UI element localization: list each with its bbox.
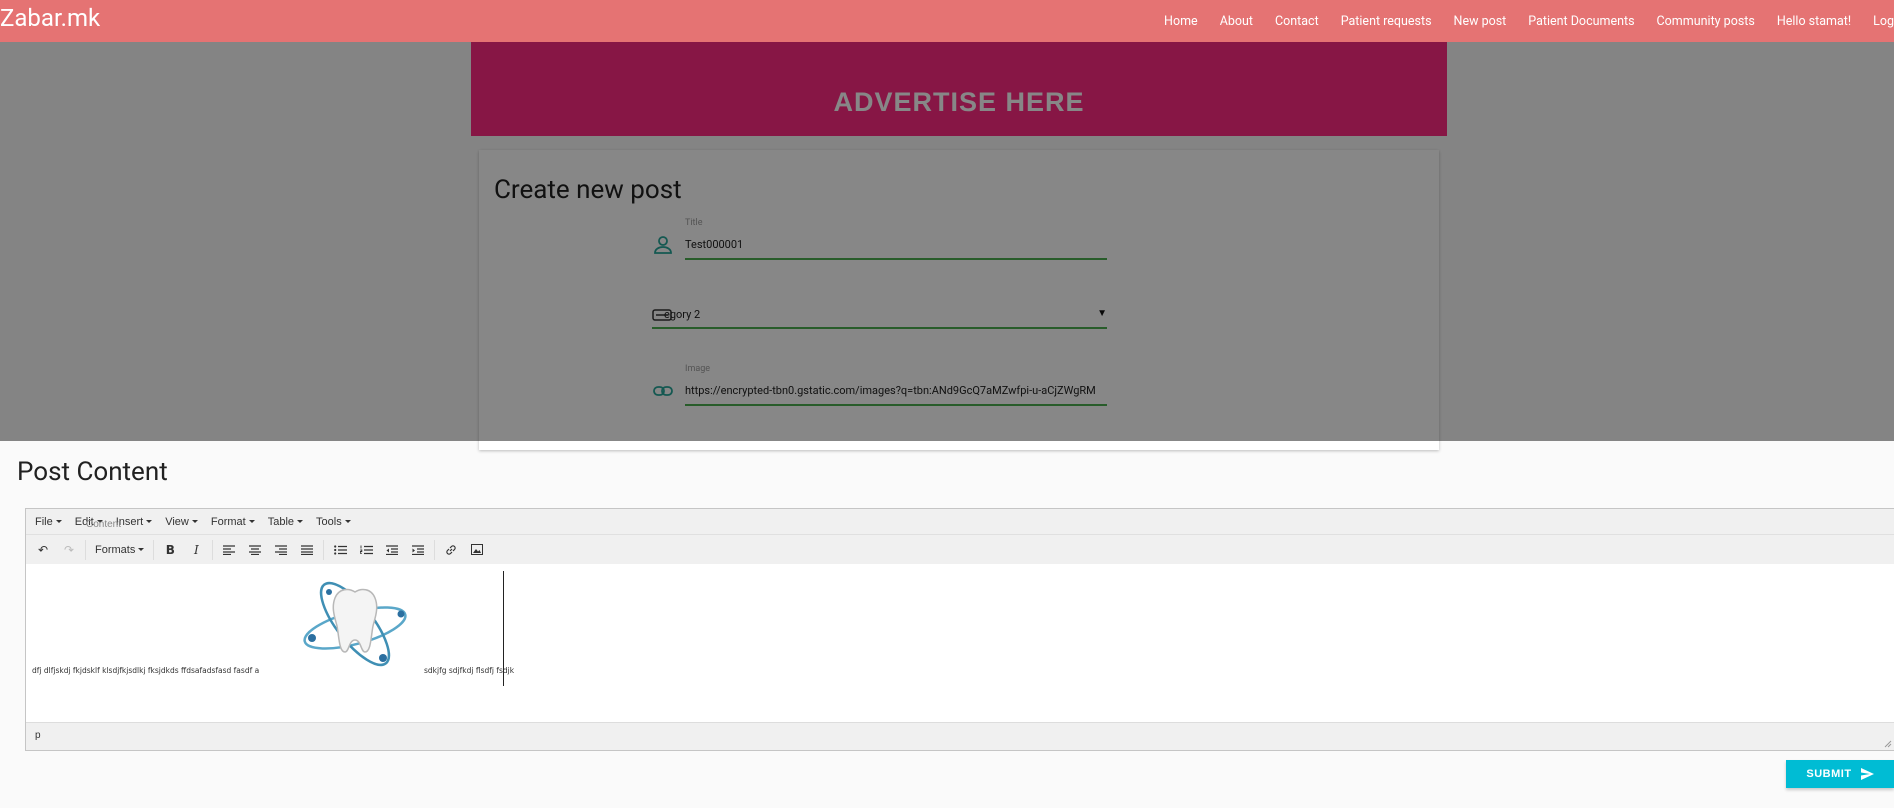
rich-text-editor[interactable]: File Edit Insert View Format Table Tools… bbox=[25, 508, 1894, 751]
toolbar-divider bbox=[85, 539, 86, 560]
content-floating-label: Content bbox=[86, 519, 122, 530]
menu-view[interactable]: View bbox=[165, 516, 198, 528]
nav-new-post[interactable]: New post bbox=[1454, 14, 1507, 29]
toolbar-divider bbox=[212, 539, 214, 560]
brand-logo[interactable]: Zabar.mk bbox=[0, 4, 100, 32]
align-right-icon[interactable] bbox=[270, 539, 292, 561]
menu-file[interactable]: File bbox=[35, 516, 62, 528]
tooth-image[interactable] bbox=[289, 574, 421, 674]
numbered-list-icon[interactable] bbox=[355, 539, 377, 561]
indent-icon[interactable] bbox=[407, 539, 429, 561]
align-center-icon[interactable] bbox=[244, 539, 266, 561]
resize-handle-icon[interactable] bbox=[1884, 740, 1892, 748]
nav-logout[interactable]: Log bbox=[1873, 14, 1894, 29]
editor-toolbar: ↶ ↷ Formats B I bbox=[26, 534, 1894, 564]
toolbar-divider bbox=[434, 539, 436, 560]
navbar: Zabar.mk Home About Contact Patient requ… bbox=[0, 0, 1894, 42]
nav-about[interactable]: About bbox=[1220, 14, 1253, 29]
content-text-before-image: dfj dlfjskdj fkjdsklf klsdjfkjsdlkj fksj… bbox=[32, 666, 260, 675]
outdent-icon[interactable] bbox=[381, 539, 403, 561]
submit-button-label: SUBMIT bbox=[1806, 768, 1852, 780]
menu-format[interactable]: Format bbox=[211, 516, 255, 528]
toolbar-divider bbox=[323, 539, 325, 560]
italic-icon[interactable]: I bbox=[185, 539, 207, 561]
bullet-list-icon[interactable] bbox=[329, 539, 351, 561]
menu-tools[interactable]: Tools bbox=[316, 516, 351, 528]
menu-table[interactable]: Table bbox=[268, 516, 304, 528]
send-icon bbox=[1860, 768, 1874, 780]
modal-overlay[interactable] bbox=[0, 42, 1894, 441]
link-icon[interactable] bbox=[440, 539, 462, 561]
menu-insert[interactable]: Insert bbox=[116, 516, 153, 528]
align-left-icon[interactable] bbox=[218, 539, 240, 561]
align-justify-icon[interactable] bbox=[296, 539, 318, 561]
submit-button[interactable]: SUBMIT bbox=[1786, 760, 1894, 788]
nav-patient-requests[interactable]: Patient requests bbox=[1341, 14, 1432, 29]
image-icon[interactable] bbox=[466, 539, 488, 561]
editor-statusbar: p bbox=[26, 722, 1894, 750]
nav-home[interactable]: Home bbox=[1164, 14, 1198, 29]
nav-community-posts[interactable]: Community posts bbox=[1657, 14, 1755, 29]
redo-icon[interactable]: ↷ bbox=[58, 539, 80, 561]
formats-dropdown[interactable]: Formats bbox=[89, 544, 150, 556]
nav-patient-documents[interactable]: Patient Documents bbox=[1528, 14, 1634, 29]
editor-content-area[interactable]: dfj dlfjskdj fkjdsklf klsdjfkjsdlkj fksj… bbox=[26, 564, 1894, 720]
undo-icon[interactable]: ↶ bbox=[32, 539, 54, 561]
bold-icon[interactable]: B bbox=[159, 539, 181, 561]
post-content-title: Post Content bbox=[17, 457, 168, 487]
nav-links: Home About Contact Patient requests New … bbox=[1164, 0, 1894, 42]
nav-contact[interactable]: Contact bbox=[1275, 14, 1319, 29]
element-path[interactable]: p bbox=[35, 730, 41, 741]
text-cursor bbox=[503, 571, 504, 686]
content-text-after-image: sdkjfg sdjfkdj flsdfj fsdjk bbox=[424, 666, 515, 675]
nav-user-greeting[interactable]: Hello stamat! bbox=[1777, 14, 1851, 29]
editor-menubar: File Edit Insert View Format Table Tools… bbox=[26, 509, 1894, 534]
toolbar-divider bbox=[153, 539, 155, 560]
